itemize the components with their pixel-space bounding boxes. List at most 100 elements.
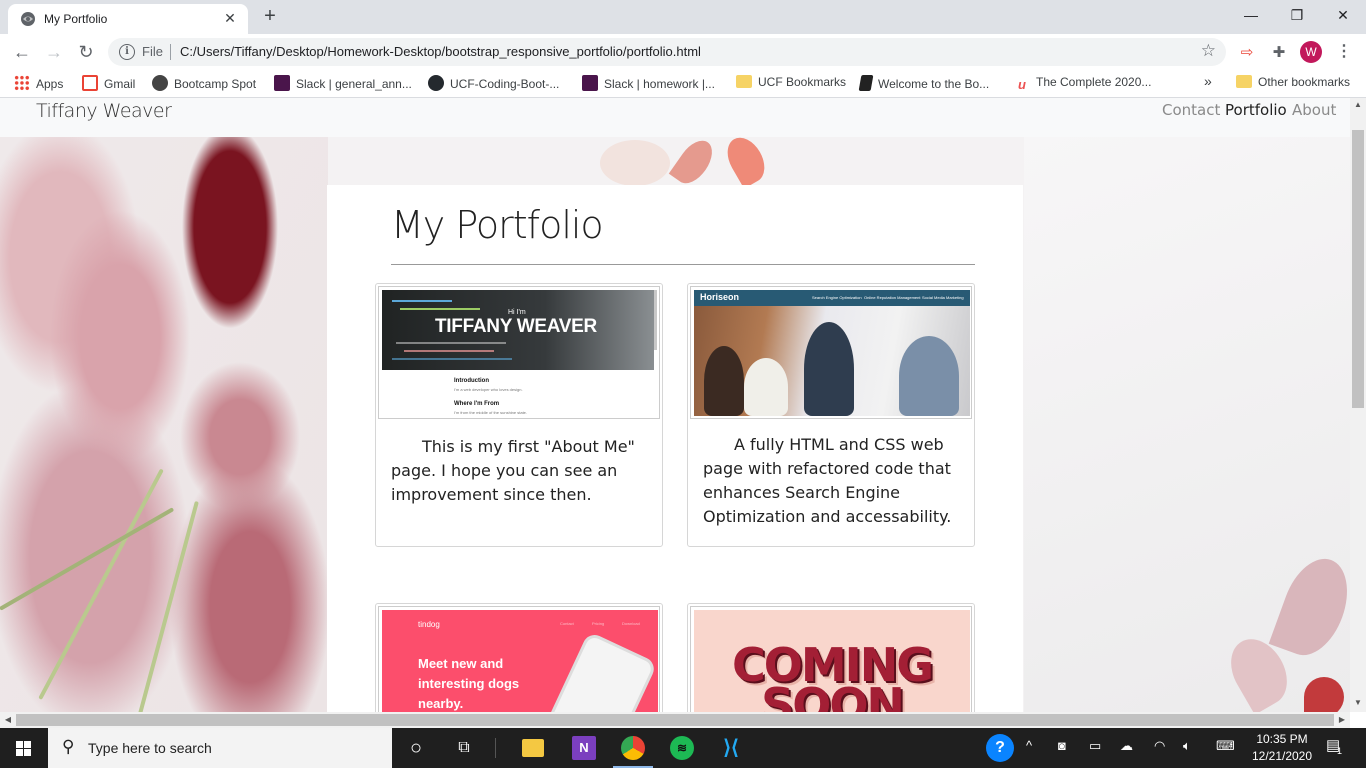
vscode-icon[interactable]: ⟩⟨: [719, 736, 743, 760]
search-placeholder: Type here to search: [88, 740, 212, 756]
petal-decoration: [1268, 549, 1350, 665]
bookmark-welcome[interactable]: Welcome to the Bo...: [858, 75, 989, 93]
slack-icon: [274, 75, 290, 91]
window-close-button[interactable]: ✕: [1320, 0, 1366, 32]
tab-close-icon[interactable]: ✕: [220, 8, 240, 28]
bookmark-apps[interactable]: Apps: [14, 75, 63, 93]
spotify-icon[interactable]: ≋: [670, 736, 694, 760]
bookmark-github[interactable]: UCF-Coding-Boot-...: [428, 75, 559, 93]
start-button[interactable]: [0, 728, 48, 768]
bookmark-star-icon[interactable]: ☆: [1201, 41, 1216, 61]
project-card-tindog[interactable]: tindog Contact Pricing Download Meet new…: [375, 603, 663, 712]
bookmarks-bar: Apps Gmail Bootcamp Spot Slack | general…: [0, 70, 1366, 98]
thumbnail-heading: Introduction: [454, 378, 489, 384]
tab-my-portfolio[interactable]: My Portfolio ✕: [8, 4, 248, 34]
page-title: My Portfolio: [391, 203, 604, 247]
scroll-left-arrow-icon[interactable]: ◀: [0, 715, 16, 724]
wifi-icon[interactable]: ◠: [1154, 738, 1165, 754]
person-figure: [804, 322, 854, 416]
windows-logo-icon: [16, 749, 23, 756]
more-menu-icon[interactable]: ⋮: [1336, 41, 1352, 63]
thumbnail-logo: tindog: [418, 620, 440, 629]
info-icon[interactable]: i: [119, 44, 135, 60]
thumbnail-nav-item: Pricing: [592, 621, 605, 626]
project-thumbnail[interactable]: tindog Contact Pricing Download Meet new…: [378, 606, 660, 712]
scroll-up-arrow-icon[interactable]: ▲: [1350, 100, 1366, 109]
url-text[interactable]: C:/Users/Tiffany/Desktop/Homework-Deskto…: [180, 44, 701, 59]
code-line: [396, 342, 506, 344]
bookmark-bootcamp-spot[interactable]: Bootcamp Spot: [152, 75, 256, 93]
windows-logo-icon: [24, 741, 31, 748]
meet-now-icon[interactable]: ◙: [1058, 738, 1066, 753]
thumbnail-text: I'm from the middle of the sunshine stat…: [454, 410, 528, 415]
code-line: [404, 350, 494, 352]
project-thumbnail[interactable]: Hi I'm TIFFANY WEAVER Introduction I'm a…: [378, 286, 660, 419]
extension-cast-icon[interactable]: ⇨: [1237, 43, 1257, 63]
file-explorer-icon[interactable]: [522, 739, 544, 757]
person-figure: [704, 346, 744, 416]
nav-link-portfolio[interactable]: Portfolio: [1225, 101, 1287, 119]
phone-mockup: [542, 631, 658, 712]
address-bar[interactable]: i File C:/Users/Tiffany/Desktop/Homework…: [108, 38, 1226, 66]
bookmarks-overflow-chevron-icon[interactable]: »: [1204, 73, 1212, 91]
thumbnail-nav-item: Contact: [560, 621, 574, 626]
extensions-puzzle-icon[interactable]: ✚: [1269, 43, 1289, 63]
help-icon[interactable]: ?: [986, 734, 1014, 762]
nav-link-about[interactable]: About: [1292, 101, 1336, 119]
profile-avatar[interactable]: W: [1300, 41, 1322, 63]
horizontal-scroll-thumb[interactable]: [16, 714, 1334, 726]
nav-link-contact[interactable]: Contact: [1162, 101, 1220, 119]
keyboard-icon[interactable]: ⌨: [1216, 738, 1235, 754]
project-card-coming-soon[interactable]: COMING SOON: [687, 603, 975, 712]
person-figure: [744, 358, 788, 416]
thumbnail-nav-item: Online Reputation Management: [864, 295, 921, 300]
volume-icon[interactable]: 🔈︎: [1183, 738, 1191, 754]
onedrive-cloud-icon[interactable]: ☁: [1120, 738, 1133, 754]
restore-button[interactable]: ❐: [1274, 0, 1320, 32]
coming-soon-graphic: COMING SOON: [694, 610, 970, 712]
thumbnail-nav-item: Social Media Marketing: [922, 295, 964, 300]
bookmark-gmail[interactable]: Gmail: [82, 75, 135, 93]
forward-arrow-icon[interactable]: →: [42, 40, 66, 64]
onenote-icon[interactable]: N: [572, 736, 596, 760]
project-thumbnail[interactable]: Horiseon Search Engine Optimization Onli…: [690, 286, 972, 419]
system-clock[interactable]: 10:35 PM 12/21/2020: [1242, 731, 1322, 765]
battery-icon[interactable]: ▭: [1089, 738, 1101, 754]
chrome-icon[interactable]: [621, 736, 645, 760]
task-view-icon[interactable]: ⧉: [452, 736, 476, 760]
folder-icon: [736, 75, 752, 88]
thumbnail-hero: Hi I'm TIFFANY WEAVER: [382, 290, 654, 370]
search-icon: ⚲: [62, 737, 75, 756]
minimize-button[interactable]: —: [1228, 0, 1274, 32]
floral-background-left: [0, 137, 328, 712]
back-arrow-icon[interactable]: ←: [10, 40, 34, 64]
bookmark-other[interactable]: Other bookmarks: [1236, 75, 1350, 93]
site-navbar: Tiffany Weaver Contact Portfolio About: [0, 98, 1350, 137]
thumbnail-scrollbar: [654, 290, 657, 350]
project-card-horiseon[interactable]: Horiseon Search Engine Optimization Onli…: [687, 283, 975, 547]
omnibox-divider: [170, 44, 171, 60]
brand-name[interactable]: Tiffany Weaver: [36, 100, 172, 122]
udemy-icon: u: [1018, 77, 1026, 92]
book-icon: [858, 75, 874, 91]
scheme-label: File: [142, 44, 163, 59]
scroll-down-arrow-icon[interactable]: ▼: [1350, 698, 1366, 707]
project-card-about-me[interactable]: Hi I'm TIFFANY WEAVER Introduction I'm a…: [375, 283, 663, 547]
thumbnail-headline: Meet new and interesting dogs nearby.: [418, 656, 520, 711]
bookmark-udemy[interactable]: u The Complete 2020...: [1014, 75, 1151, 93]
cortana-icon[interactable]: ○: [404, 736, 428, 760]
bookmark-slack-homework[interactable]: Slack | homework |...: [582, 75, 715, 93]
vertical-scroll-thumb[interactable]: [1352, 130, 1364, 408]
scroll-right-arrow-icon[interactable]: ▶: [1334, 715, 1350, 724]
taskbar-search-box[interactable]: ⚲ Type here to search: [48, 728, 392, 768]
reload-icon[interactable]: ↻: [74, 40, 98, 64]
windows-taskbar: ⚲ Type here to search ○ ⧉ N ≋ ⟩⟨ ? ^ ◙ ▭…: [0, 728, 1366, 768]
bookmark-slack-general[interactable]: Slack | general_ann...: [274, 75, 412, 93]
project-thumbnail[interactable]: COMING SOON: [690, 606, 972, 712]
tab-strip: My Portfolio ✕ + — ❐ ✕: [0, 0, 1366, 34]
globe-icon: [21, 12, 35, 26]
bookmark-folder-ucf[interactable]: UCF Bookmarks: [736, 75, 846, 93]
thumbnail-nav-item: Search Engine Optimization: [812, 295, 862, 300]
tray-overflow-chevron-icon[interactable]: ^: [1026, 738, 1032, 753]
new-tab-button[interactable]: +: [258, 5, 282, 29]
